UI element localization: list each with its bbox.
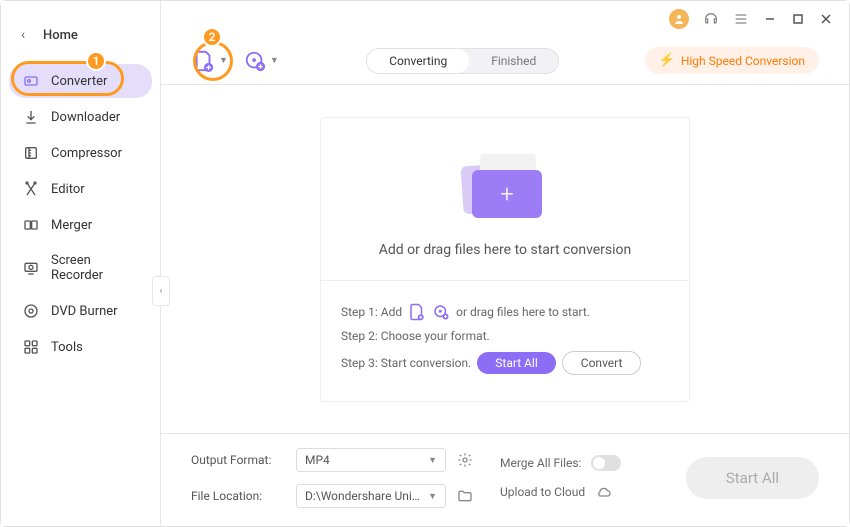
tools-icon bbox=[23, 339, 39, 355]
sidebar-item-label: Screen Recorder bbox=[51, 253, 138, 283]
footer: Output Format: MP4 ▼ File Location: D:\W… bbox=[161, 433, 849, 526]
converter-icon bbox=[23, 73, 39, 89]
tab-converting[interactable]: Converting bbox=[367, 49, 469, 73]
high-speed-label: High Speed Conversion bbox=[681, 54, 805, 68]
sidebar-item-converter[interactable]: Converter bbox=[9, 64, 152, 98]
folder-plus-icon: + bbox=[472, 170, 542, 218]
minimize-button[interactable] bbox=[763, 12, 777, 26]
drop-zone[interactable]: + Add or drag files here to start conver… bbox=[321, 118, 689, 280]
sidebar-item-label: Merger bbox=[51, 218, 92, 233]
output-format-label: Output Format: bbox=[191, 453, 286, 467]
avatar[interactable] bbox=[669, 9, 689, 29]
screen-recorder-icon bbox=[23, 260, 39, 276]
titlebar bbox=[161, 1, 849, 37]
steps-panel: Step 1: Add or drag files here to start.… bbox=[321, 280, 689, 401]
folder-illustration: + bbox=[450, 146, 560, 226]
menu-icon[interactable] bbox=[733, 11, 749, 27]
file-location-label: File Location: bbox=[191, 489, 286, 503]
merge-toggle[interactable] bbox=[591, 455, 621, 471]
add-file-icon bbox=[193, 50, 215, 72]
drop-card: + Add or drag files here to start conver… bbox=[320, 117, 690, 402]
upload-label: Upload to Cloud bbox=[500, 485, 585, 499]
add-dvd-button[interactable]: ▼ bbox=[242, 46, 281, 76]
downloader-icon bbox=[23, 109, 39, 125]
step-2: Step 2: Choose your format. bbox=[341, 329, 669, 343]
support-icon[interactable] bbox=[703, 11, 719, 27]
chevron-down-icon: ▼ bbox=[219, 55, 228, 66]
high-speed-conversion-button[interactable]: ⚡ High Speed Conversion bbox=[645, 47, 819, 74]
start-all-demo-button[interactable]: Start All bbox=[477, 352, 556, 374]
maximize-button[interactable] bbox=[791, 12, 805, 26]
add-dvd-icon bbox=[432, 303, 450, 321]
sidebar: ‹ Home Converter Downloader Compressor bbox=[1, 1, 161, 526]
tutorial-badge-1: 1 bbox=[86, 51, 106, 71]
drop-message: Add or drag files here to start conversi… bbox=[341, 242, 669, 258]
step-1: Step 1: Add or drag files here to start. bbox=[341, 303, 669, 321]
tab-finished[interactable]: Finished bbox=[469, 49, 558, 73]
sidebar-nav: Converter Downloader Compressor Editor bbox=[1, 63, 160, 365]
sidebar-item-editor[interactable]: Editor bbox=[9, 172, 152, 206]
sidebar-item-compressor[interactable]: Compressor bbox=[9, 136, 152, 170]
sidebar-collapse-button[interactable]: ‹ bbox=[152, 276, 170, 306]
sidebar-item-label: DVD Burner bbox=[51, 304, 118, 319]
dvd-burner-icon bbox=[23, 303, 39, 319]
output-format-value: MP4 bbox=[305, 453, 330, 467]
chevron-down-icon: ▼ bbox=[428, 455, 437, 466]
merger-icon bbox=[23, 217, 39, 233]
content-area: + Add or drag files here to start conver… bbox=[161, 85, 849, 433]
add-file-button[interactable]: ▼ bbox=[191, 46, 230, 76]
open-folder-icon[interactable] bbox=[456, 487, 474, 505]
compressor-icon bbox=[23, 145, 39, 161]
back-icon: ‹ bbox=[21, 27, 29, 43]
step3-text: Step 3: Start conversion. bbox=[341, 356, 471, 370]
step-3: Step 3: Start conversion. Start All Conv… bbox=[341, 351, 669, 375]
merge-label: Merge All Files: bbox=[500, 456, 581, 470]
add-file-icon bbox=[408, 303, 426, 321]
step1-pre: Step 1: Add bbox=[341, 305, 402, 319]
tab-segment: Converting Finished bbox=[366, 48, 559, 74]
chevron-down-icon: ▼ bbox=[428, 491, 437, 502]
add-dvd-icon bbox=[244, 50, 266, 72]
sidebar-item-label: Compressor bbox=[51, 146, 122, 161]
home-label: Home bbox=[43, 28, 78, 43]
file-location-value: D:\Wondershare UniConverter 1 bbox=[305, 489, 425, 503]
home-nav[interactable]: ‹ Home bbox=[1, 9, 160, 63]
bolt-icon: ⚡ bbox=[659, 53, 675, 68]
sidebar-item-merger[interactable]: Merger bbox=[9, 208, 152, 242]
main-panel: ▼ ▼ Converting Finished ⚡ High Speed Con… bbox=[161, 1, 849, 526]
cloud-icon[interactable] bbox=[595, 483, 613, 501]
sidebar-item-label: Downloader bbox=[51, 110, 120, 125]
start-all-button[interactable]: Start All bbox=[686, 457, 819, 499]
sidebar-item-downloader[interactable]: Downloader bbox=[9, 100, 152, 134]
sidebar-item-label: Converter bbox=[51, 74, 107, 89]
step1-post: or drag files here to start. bbox=[456, 305, 590, 319]
sidebar-item-dvd-burner[interactable]: DVD Burner bbox=[9, 294, 152, 328]
sidebar-item-label: Tools bbox=[51, 340, 83, 355]
chevron-down-icon: ▼ bbox=[270, 55, 279, 66]
tutorial-badge-2: 2 bbox=[202, 27, 222, 47]
output-settings-icon[interactable] bbox=[456, 451, 474, 469]
editor-icon bbox=[23, 181, 39, 197]
convert-demo-button[interactable]: Convert bbox=[562, 351, 642, 375]
sidebar-item-screen-recorder[interactable]: Screen Recorder bbox=[9, 244, 152, 292]
output-format-select[interactable]: MP4 ▼ bbox=[296, 448, 446, 472]
sidebar-item-tools[interactable]: Tools bbox=[9, 330, 152, 364]
toolbar: ▼ ▼ Converting Finished ⚡ High Speed Con… bbox=[161, 37, 849, 85]
file-location-select[interactable]: D:\Wondershare UniConverter 1 ▼ bbox=[296, 484, 446, 508]
sidebar-item-label: Editor bbox=[51, 182, 85, 197]
close-button[interactable] bbox=[819, 12, 833, 26]
